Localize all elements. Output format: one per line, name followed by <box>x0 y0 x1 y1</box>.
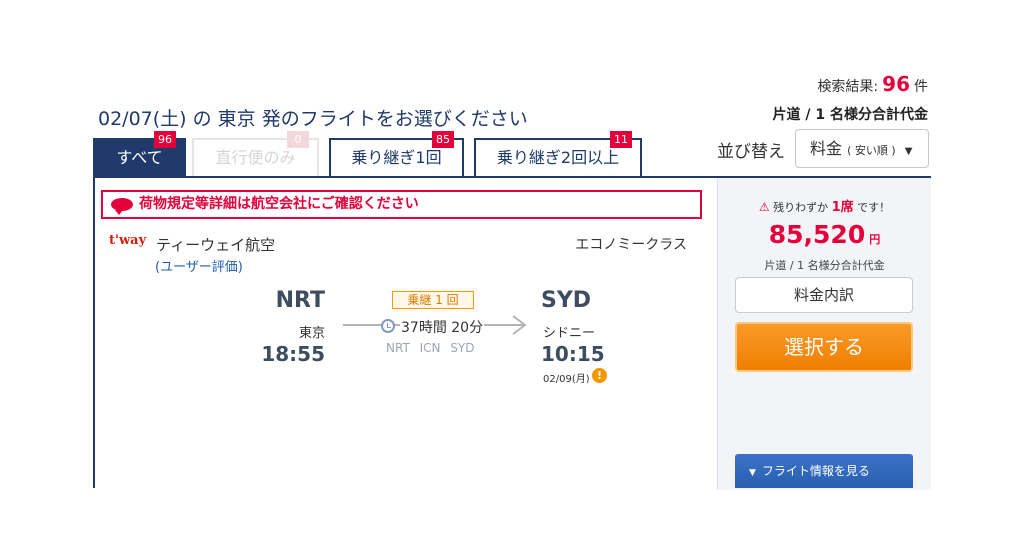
departure-airport-code: NRT <box>275 288 325 313</box>
sort-select[interactable]: 料金 ( 安い順 ) ▼ <box>795 129 929 168</box>
price-panel: ⚠ 残りわずか 1席 です！ 85,520 円 片道 / 1 名様分合計代金 料金… <box>717 178 931 490</box>
arrival-city: シドニー <box>543 326 596 341</box>
page-title: 02/07(土) の 東京 発のフライトをお選びください <box>98 108 528 130</box>
flight-duration: 37時間 20分 <box>400 317 485 337</box>
stop-count-badge: 乗継 1 回 <box>392 291 474 309</box>
select-flight-button[interactable]: 選択する <box>735 322 913 372</box>
tab-direct-only[interactable]: 直行便のみ 0 <box>192 131 319 176</box>
flight-info-button-label: フライト情報を見る <box>761 464 870 478</box>
caret-down-icon: ▼ <box>904 146 913 157</box>
warning-triangle-icon: ⚠ <box>758 200 770 214</box>
tab-two-plus-stops-count-badge: 11 <box>610 131 632 148</box>
clock-icon <box>381 319 395 333</box>
departure-time: 18:55 <box>261 342 325 366</box>
price-basis-label: 片道 / 1 名様分合計代金 <box>772 107 928 123</box>
tab-one-stop[interactable]: 乗り継ぎ1回 85 <box>329 131 464 176</box>
tab-all[interactable]: すべて 96 <box>93 131 186 176</box>
fare-price: 85,520 円 <box>718 220 931 249</box>
arrival-time: 10:15 <box>541 342 605 366</box>
sort-label: 並び替え <box>717 142 785 162</box>
result-count-unit: 件 <box>914 79 928 95</box>
seats-remaining-count: 1席 <box>831 200 854 215</box>
triangle-down-icon: ▼ <box>749 468 756 478</box>
flight-info-button[interactable]: ▼ フライト情報を見る <box>735 454 913 488</box>
flight-result-card: 荷物規定等詳細は航空会社にご確認ください t'way ティーウェイ航空 (ユーザ… <box>93 176 931 490</box>
fare-price-value: 85,520 <box>768 220 866 249</box>
tab-all-count-badge: 96 <box>154 131 176 148</box>
cabin-class: エコノミークラス <box>575 237 687 253</box>
seats-remaining-suffix: です！ <box>857 201 891 214</box>
fare-currency: 円 <box>869 233 881 246</box>
airline-name: ティーウェイ航空 <box>156 236 276 254</box>
airline-logo: t'way <box>109 233 147 248</box>
tab-all-label: すべて <box>116 148 163 167</box>
tab-one-stop-label: 乗り継ぎ1回 <box>351 148 442 167</box>
sort-selected-value: 料金 <box>810 139 843 158</box>
baggage-notice: 荷物規定等詳細は航空会社にご確認ください <box>101 190 702 219</box>
tab-two-plus-stops-label: 乗り継ぎ2回以上 <box>496 148 620 167</box>
fare-breakdown-button[interactable]: 料金内訳 <box>735 277 913 313</box>
baggage-notice-text: 荷物規定等詳細は航空会社にご確認ください <box>139 196 419 212</box>
seats-remaining-prefix: 残りわずか <box>773 201 829 214</box>
sort-selected-hint: ( 安い順 ) <box>847 144 896 157</box>
result-count-number: 96 <box>882 72 910 96</box>
exclamation-icon[interactable]: ! <box>592 368 607 383</box>
tab-direct-only-label: 直行便のみ <box>215 148 296 167</box>
tab-direct-only-count-badge: 0 <box>287 131 309 148</box>
result-count: 検索結果: 96 件 <box>817 72 928 96</box>
speech-bubble-icon <box>111 198 133 215</box>
arrival-date: 02/09(月) <box>543 374 590 385</box>
user-rating-link[interactable]: (ユーザー評価) <box>155 256 243 275</box>
tab-two-plus-stops[interactable]: 乗り継ぎ2回以上 11 <box>474 131 642 176</box>
departure-city: 東京 <box>298 326 325 341</box>
tab-one-stop-count-badge: 85 <box>432 131 454 148</box>
arrival-airport-code: SYD <box>541 288 592 313</box>
fare-price-note: 片道 / 1 名様分合計代金 <box>764 259 885 272</box>
via-airports: NRT ICN SYD <box>386 341 475 355</box>
seats-remaining: ⚠ 残りわずか 1席 です！ <box>718 196 931 215</box>
result-count-label: 検索結果: <box>817 79 879 95</box>
